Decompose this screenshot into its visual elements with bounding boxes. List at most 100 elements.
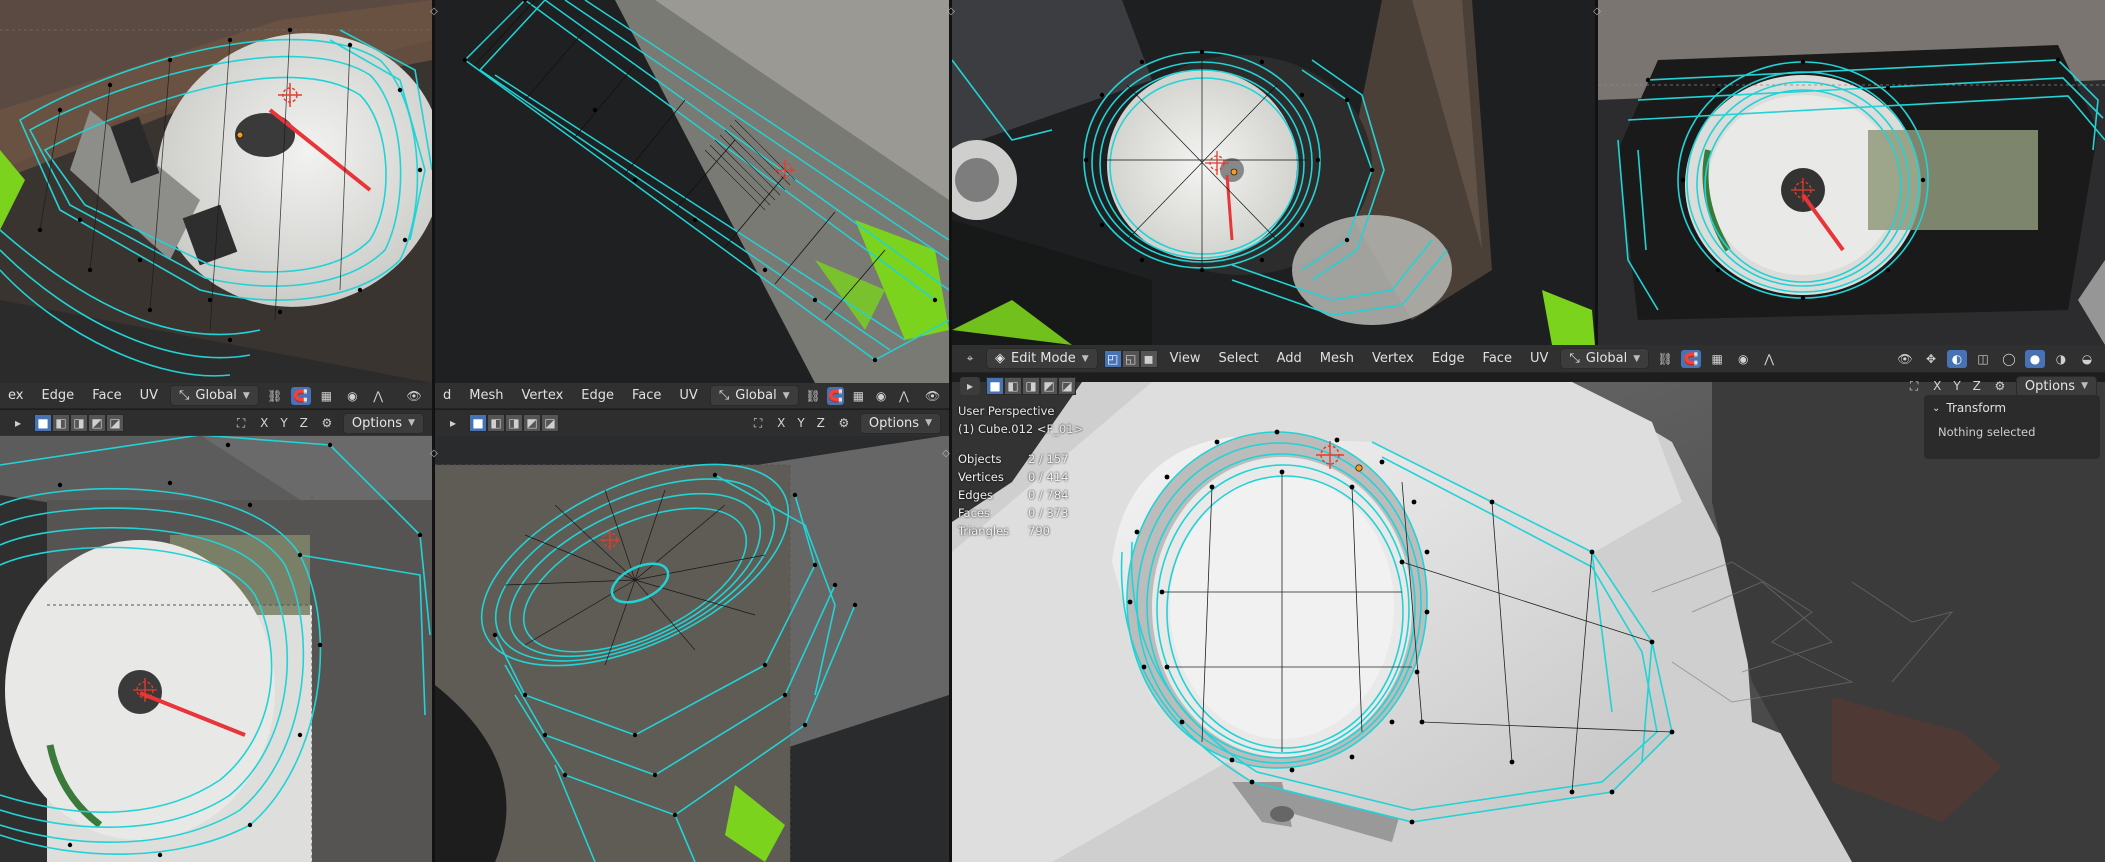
edge-select-icon[interactable]: ◱	[1121, 349, 1140, 368]
menu-edit-partial[interactable]: ex	[8, 386, 29, 405]
snap-grid-icon[interactable]: ▦	[850, 387, 867, 405]
visibility-icon[interactable]: 👁	[1895, 350, 1915, 368]
select-new-icon[interactable]: ■	[986, 377, 1004, 395]
area-separator-2[interactable]	[949, 0, 952, 862]
tool-select-icon[interactable]: ▸	[443, 414, 463, 432]
orientation-dropdown[interactable]: ⤡ Global ▼	[1560, 348, 1650, 369]
menu-vertex[interactable]: Vertex	[1366, 349, 1420, 368]
area-corner-icon[interactable]: ◇	[945, 6, 957, 18]
axis-x[interactable]: X	[774, 416, 788, 430]
viewport-bottom-left[interactable]	[0, 435, 432, 862]
select-invert-icon[interactable]: ◩	[88, 414, 106, 432]
select-extend-icon[interactable]: ◧	[1004, 377, 1022, 395]
menu-edge[interactable]: Edge	[575, 386, 620, 405]
shading-solid-icon[interactable]: ●	[2025, 349, 2045, 368]
shading-wireframe-icon[interactable]: ◯	[1999, 350, 2019, 368]
menu-view[interactable]: View	[1164, 349, 1207, 368]
overlays-icon[interactable]: ◐	[1947, 349, 1967, 368]
area-corner-icon[interactable]: ◇	[1591, 6, 1603, 18]
menu-uv[interactable]: UV	[673, 386, 703, 405]
axis-z[interactable]: Z	[1970, 379, 1984, 393]
select-new-icon[interactable]: ■	[469, 414, 487, 432]
face-select-icon[interactable]: ◼	[1139, 349, 1158, 368]
vertex-select-icon[interactable]: ◰	[1103, 349, 1122, 368]
falloff-icon[interactable]: ⋀	[896, 387, 913, 405]
menu-add[interactable]: Add	[1271, 349, 1308, 368]
menu-uv[interactable]: UV	[1524, 349, 1554, 368]
menu-face[interactable]: Face	[1477, 349, 1518, 368]
viewport-top-left[interactable]	[0, 0, 432, 383]
axis-z[interactable]: Z	[814, 416, 828, 430]
falloff-icon[interactable]: ⋀	[368, 387, 388, 405]
area-corner-icon[interactable]: ◇	[428, 448, 440, 460]
area-corner-icon[interactable]: ◇	[940, 448, 952, 460]
proportional-edit-icon[interactable]: ◉	[1733, 350, 1753, 368]
tool-select-icon[interactable]: ▸	[8, 414, 28, 432]
menu-edge[interactable]: Edge	[35, 386, 80, 405]
select-intersect-icon[interactable]: ◪	[1058, 377, 1076, 395]
select-intersect-icon[interactable]: ◪	[541, 414, 559, 432]
select-extend-icon[interactable]: ◧	[52, 414, 70, 432]
select-invert-icon[interactable]: ◩	[523, 414, 541, 432]
tool-settings-icon[interactable]: ⚙	[317, 414, 337, 432]
snap-grid-icon[interactable]: ▦	[1707, 350, 1727, 368]
axis-z[interactable]: Z	[297, 416, 311, 430]
mirror-icon[interactable]: ⛶	[231, 414, 251, 432]
select-extend-icon[interactable]: ◧	[487, 414, 505, 432]
area-separator-3[interactable]	[1595, 0, 1598, 345]
overlay-visibility-icon[interactable]: 👁	[404, 387, 424, 405]
options-dropdown[interactable]: Options ▼	[342, 412, 424, 434]
pivot-icon[interactable]: ⛓	[1655, 350, 1675, 368]
orientation-dropdown[interactable]: ⤡ Global ▼	[170, 385, 259, 406]
menu-mesh[interactable]: Mesh	[1314, 349, 1360, 368]
mirror-icon[interactable]: ⛶	[1904, 377, 1924, 395]
tool-settings-icon[interactable]: ⚙	[1990, 377, 2010, 395]
select-subtract-icon[interactable]: ◨	[1022, 377, 1040, 395]
proportional-edit-icon[interactable]: ◉	[873, 387, 890, 405]
shading-rendered-icon[interactable]: ◒	[2077, 350, 2097, 368]
pivot-icon[interactable]: ⛓	[805, 387, 822, 405]
shading-material-icon[interactable]: ◑	[2051, 350, 2071, 368]
snap-icon[interactable]: 🧲	[290, 386, 311, 405]
overlay-visibility-icon[interactable]: 👁	[924, 387, 941, 405]
viewport-top-right-b[interactable]	[1598, 0, 2105, 345]
xray-icon[interactable]: ◫	[1973, 350, 1993, 368]
menu-face[interactable]: Face	[86, 386, 127, 405]
menu-uv[interactable]: UV	[134, 386, 164, 405]
orientation-dropdown[interactable]: ⤡ Global ▼	[709, 385, 799, 406]
transform-panel-header[interactable]: ⌄ Transform	[1924, 395, 2100, 421]
snap-grid-icon[interactable]: ▦	[317, 387, 337, 405]
select-new-icon[interactable]: ■	[34, 414, 52, 432]
viewport-bottom-middle[interactable]	[435, 435, 949, 862]
mode-dropdown[interactable]: ◈ Edit Mode ▼	[986, 348, 1098, 369]
menu-mesh[interactable]: Mesh	[463, 386, 509, 405]
gizmo-icon[interactable]: ✥	[1921, 350, 1941, 368]
axis-y[interactable]: Y	[794, 416, 807, 430]
menu-vertex[interactable]: Vertex	[516, 386, 570, 405]
menu-edge[interactable]: Edge	[1426, 349, 1471, 368]
proportional-edit-icon[interactable]: ◉	[342, 387, 362, 405]
menu-partial[interactable]: d	[443, 386, 457, 405]
options-dropdown[interactable]: Options ▼	[2015, 375, 2097, 397]
snap-icon[interactable]: 🧲	[827, 386, 845, 405]
menu-select[interactable]: Select	[1213, 349, 1265, 368]
axis-y[interactable]: Y	[277, 416, 290, 430]
snap-icon[interactable]: 🧲	[1681, 349, 1702, 368]
viewport-top-middle[interactable]	[435, 0, 949, 383]
area-corner-icon[interactable]: ◇	[428, 6, 440, 18]
select-subtract-icon[interactable]: ◨	[505, 414, 523, 432]
editor-type-icon[interactable]: ⌖	[960, 350, 980, 368]
mirror-icon[interactable]: ⛶	[748, 414, 768, 432]
falloff-icon[interactable]: ⋀	[1759, 350, 1779, 368]
options-dropdown[interactable]: Options ▼	[859, 412, 941, 434]
tool-select-icon[interactable]: ▸	[960, 377, 980, 395]
menu-face[interactable]: Face	[626, 386, 667, 405]
select-intersect-icon[interactable]: ◪	[106, 414, 124, 432]
select-subtract-icon[interactable]: ◨	[70, 414, 88, 432]
select-invert-icon[interactable]: ◩	[1040, 377, 1058, 395]
pivot-icon[interactable]: ⛓	[265, 387, 285, 405]
axis-x[interactable]: X	[257, 416, 271, 430]
tool-settings-icon[interactable]: ⚙	[834, 414, 854, 432]
axis-y[interactable]: Y	[1950, 379, 1963, 393]
viewport-top-right-a[interactable]	[952, 0, 1595, 345]
